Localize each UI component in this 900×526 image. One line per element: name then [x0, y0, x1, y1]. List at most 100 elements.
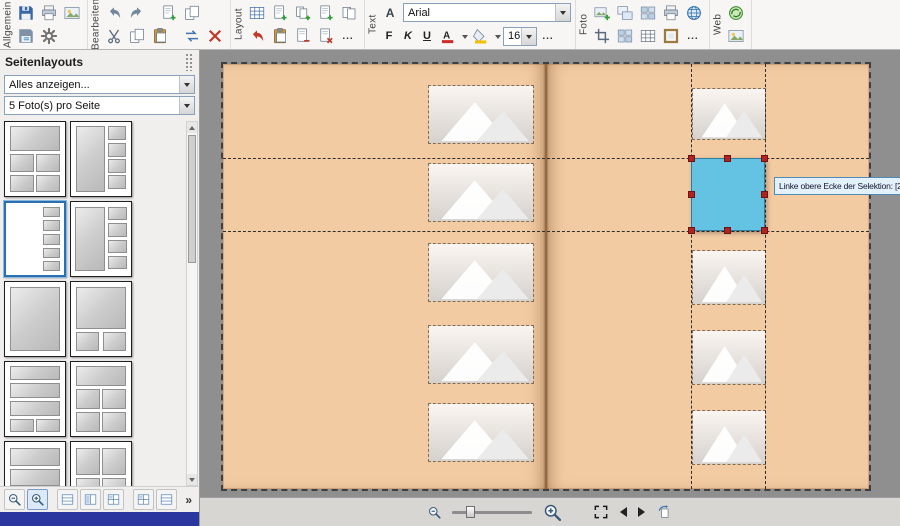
layout-thumbnail[interactable]: [4, 281, 66, 357]
frame-button[interactable]: [660, 25, 682, 47]
view-rows-button[interactable]: [57, 489, 78, 510]
copy-button[interactable]: [126, 25, 148, 47]
layout-thumbnail[interactable]: [4, 441, 66, 486]
print-button[interactable]: [38, 2, 60, 24]
more-views-button[interactable]: »: [182, 493, 195, 507]
italic-button[interactable]: K: [399, 25, 417, 47]
spread-button[interactable]: [338, 2, 360, 24]
table-button[interactable]: [637, 25, 659, 47]
crop-button[interactable]: [591, 25, 613, 47]
photo-placeholder[interactable]: [428, 85, 534, 144]
panel-grip-icon[interactable]: [185, 53, 194, 71]
layout-thumbnail[interactable]: [4, 121, 66, 197]
photo-print-button[interactable]: [660, 2, 682, 24]
resize-handle[interactable]: [761, 227, 768, 234]
font-color-button[interactable]: [437, 25, 459, 47]
undo-button[interactable]: [103, 2, 125, 24]
layout-thumbnail[interactable]: [70, 281, 132, 357]
photo-swap-button[interactable]: [614, 2, 636, 24]
resize-handle[interactable]: [761, 155, 768, 162]
zoom-in-button[interactable]: [27, 489, 48, 510]
layout-thumbnail[interactable]: [4, 361, 66, 437]
layout-thumbnail[interactable]: [4, 201, 66, 277]
fit-view-button[interactable]: [592, 503, 610, 521]
layout-thumbnail[interactable]: [70, 201, 132, 277]
next-page-button[interactable]: [637, 506, 646, 518]
sidebar-scrollbar[interactable]: [186, 121, 198, 486]
settings-button[interactable]: [38, 25, 60, 47]
reset-button[interactable]: [246, 25, 268, 47]
resize-handle[interactable]: [724, 155, 731, 162]
resize-handle[interactable]: [724, 227, 731, 234]
redo-button[interactable]: [126, 2, 148, 24]
photo-placeholder[interactable]: [428, 163, 534, 222]
pages-add-button[interactable]: [292, 2, 314, 24]
photo-mail-button[interactable]: [725, 25, 747, 47]
photo-placeholder[interactable]: [692, 250, 766, 305]
underline-button[interactable]: U: [418, 25, 436, 47]
scroll-down-icon[interactable]: [187, 474, 197, 485]
photo-placeholder[interactable]: [428, 403, 534, 462]
view-four-button[interactable]: [133, 489, 154, 510]
scroll-up-icon[interactable]: [187, 122, 197, 133]
photo-collection-button[interactable]: [637, 2, 659, 24]
photo-placeholder[interactable]: [428, 325, 534, 384]
previous-page-button[interactable]: [619, 506, 628, 518]
resize-handle[interactable]: [761, 191, 768, 198]
fill-color-button[interactable]: [470, 25, 492, 47]
layout-category-dropdown[interactable]: Alles anzeigen...: [4, 75, 195, 94]
resize-handle[interactable]: [688, 191, 695, 198]
photo-placeholder[interactable]: [692, 410, 766, 465]
web-button[interactable]: [725, 2, 747, 24]
save-button[interactable]: [15, 2, 37, 24]
layout-thumbnail[interactable]: [70, 361, 132, 437]
more-button[interactable]: ...: [538, 25, 558, 47]
cut-button[interactable]: [103, 25, 125, 47]
export-button[interactable]: [15, 25, 37, 47]
more-button[interactable]: ...: [683, 25, 703, 47]
page-insert-button[interactable]: [315, 2, 337, 24]
chevron-down-icon[interactable]: [179, 97, 194, 114]
scrollbar-thumb[interactable]: [188, 135, 196, 263]
zoom-in-button[interactable]: [541, 501, 564, 524]
delete-button[interactable]: [204, 25, 226, 47]
rotate-page-button[interactable]: [655, 503, 674, 522]
font-button[interactable]: [380, 2, 402, 24]
font-size-combo[interactable]: 16: [503, 27, 537, 46]
photo-placeholder[interactable]: [692, 88, 766, 140]
view-grid-button[interactable]: [103, 489, 124, 510]
more-button[interactable]: ...: [338, 25, 358, 47]
photo-add-button[interactable]: [591, 2, 613, 24]
paste-button[interactable]: [149, 25, 171, 47]
zoom-out-button[interactable]: [4, 489, 25, 510]
paste-button[interactable]: [269, 25, 291, 47]
zoom-out-button[interactable]: [426, 504, 443, 521]
photo-placeholder[interactable]: [692, 330, 766, 385]
grid-button[interactable]: [246, 2, 268, 24]
layout-thumbnail[interactable]: [70, 441, 132, 486]
page-add-button[interactable]: [269, 2, 291, 24]
globe-button[interactable]: [683, 2, 705, 24]
chevron-down-icon[interactable]: [493, 25, 502, 47]
collage-button[interactable]: [614, 25, 636, 47]
canvas[interactable]: Linke obere Ecke der Selektion: [29.78 c…: [200, 50, 900, 497]
photo-placeholder[interactable]: [428, 243, 534, 302]
zoom-slider-thumb[interactable]: [466, 506, 475, 518]
view-compact-button[interactable]: [156, 489, 177, 510]
font-family-combo[interactable]: Arial: [403, 3, 571, 22]
photos-per-page-dropdown[interactable]: 5 Foto(s) pro Seite: [4, 96, 195, 115]
chevron-down-icon[interactable]: [555, 4, 570, 21]
bold-button[interactable]: F: [380, 25, 398, 47]
resize-handle[interactable]: [688, 227, 695, 234]
selected-photo-box[interactable]: [691, 158, 765, 231]
duplicate-page-button[interactable]: [181, 2, 203, 24]
chevron-down-icon[interactable]: [179, 76, 194, 93]
swap-button[interactable]: [181, 25, 203, 47]
page-minus-button[interactable]: [292, 25, 314, 47]
layout-thumbnail[interactable]: [70, 121, 132, 197]
insert-page-button[interactable]: [158, 2, 180, 24]
album-button[interactable]: [61, 2, 83, 24]
resize-handle[interactable]: [688, 155, 695, 162]
chevron-down-icon[interactable]: [521, 28, 536, 45]
page-x-button[interactable]: [315, 25, 337, 47]
